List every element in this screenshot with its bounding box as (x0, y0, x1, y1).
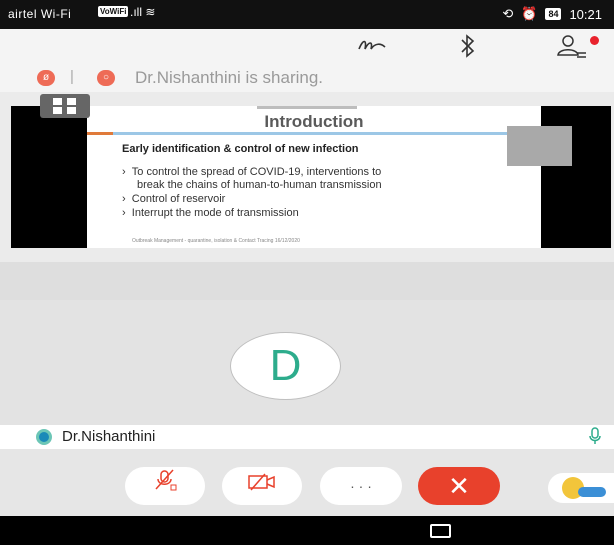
slide-title: Introduction (264, 112, 364, 131)
slide-bullet: › Interrupt the mode of transmission (122, 207, 299, 219)
slide-accent (87, 132, 113, 135)
android-nav-bar (0, 516, 614, 545)
call-controls (0, 449, 614, 516)
video-toggle-button[interactable] (222, 467, 302, 505)
mic-muted-icon (152, 469, 178, 497)
more-options-button[interactable]: · · · (320, 467, 402, 505)
strip (0, 262, 614, 300)
status-bar: airtel Wi-Fi VoWiFi .ıll ≋ ⟲ ⏰ 84 10:21 (0, 0, 614, 29)
bluetooth-icon[interactable] (458, 33, 478, 65)
reaction-button[interactable] (548, 473, 614, 503)
video-thumbnail[interactable] (507, 126, 572, 166)
pen-scribble-icon[interactable] (357, 33, 389, 63)
alarm-icon: ⏰ (521, 6, 538, 21)
grid-icon (53, 98, 62, 105)
sharing-text: Dr.Nishanthini is sharing. (135, 68, 324, 87)
slide-heading: Early identification & control of new in… (122, 143, 359, 155)
slide-bullet: › To control the spread of COVID-19, int… (122, 166, 382, 178)
signal-icon: .ıll ≋ (130, 5, 156, 19)
sharing-status-bar: ø | ○ Dr.Nishanthini is sharing. (0, 65, 614, 92)
vowifi-badge: VoWiFi (98, 6, 129, 17)
mic-off-badge-icon: ø (37, 70, 55, 86)
recent-apps-icon[interactable] (430, 524, 451, 538)
participant-name-bar: Dr.Nishanthini (0, 425, 614, 449)
notification-dot (590, 36, 599, 45)
more-icon: · · · (350, 478, 372, 494)
end-call-button[interactable]: ✕ (418, 467, 500, 505)
slide-handle (257, 106, 357, 109)
status-right: ⟲ ⏰ 84 10:21 (502, 6, 602, 22)
slide-rule (113, 132, 533, 135)
slide-footer: Outbreak Management - quarantine, isolat… (132, 238, 300, 244)
clock-label: 10:21 (569, 6, 602, 22)
battery-icon: 84 (545, 8, 562, 20)
gallery-view-button[interactable] (40, 94, 90, 118)
recording-badge-icon: ○ (97, 70, 115, 86)
reaction-toggle (578, 487, 606, 497)
presentation-slide: Introduction Early identification & cont… (87, 106, 541, 248)
end-call-icon: ✕ (448, 471, 470, 501)
slide-bullet-continuation: break the chains of human-to-human trans… (137, 179, 382, 191)
meeting-toolbar (0, 29, 614, 65)
mute-button[interactable] (125, 467, 205, 505)
nfc-icon: ⟲ (502, 6, 514, 21)
mic-active-icon (589, 427, 601, 450)
host-icon (36, 429, 52, 445)
separator: | (70, 68, 74, 85)
participant-avatar: D (230, 332, 341, 400)
video-off-icon (247, 473, 277, 496)
carrier-label: airtel Wi-Fi (8, 7, 72, 21)
participants-icon[interactable] (555, 33, 587, 65)
slide-bullet: › Control of reservoir (122, 193, 226, 205)
participant-name: Dr.Nishanthini (62, 428, 156, 445)
